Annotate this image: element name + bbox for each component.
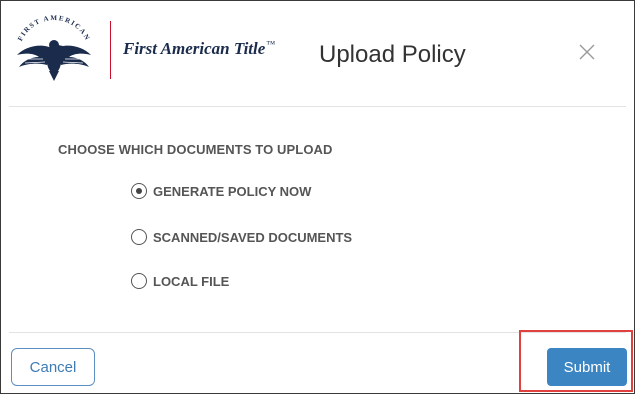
option-label: GENERATE POLICY NOW xyxy=(153,183,312,199)
radio-button[interactable] xyxy=(131,229,147,245)
option-label: SCANNED/SAVED DOCUMENTS xyxy=(153,229,353,245)
close-button[interactable] xyxy=(576,41,598,63)
option-label: LOCAL FILE xyxy=(153,273,230,289)
option-local-file[interactable]: LOCAL FILE xyxy=(131,271,229,291)
radio-button-checked[interactable] xyxy=(131,183,147,199)
seal-text: FIRST AMERICAN xyxy=(16,15,90,42)
submit-button[interactable]: Submit xyxy=(547,348,627,386)
radio-button[interactable] xyxy=(131,273,147,289)
cancel-button[interactable]: Cancel xyxy=(11,348,95,386)
dialog-header: FIRST AMERICAN First American Title™ Upl… xyxy=(1,1,634,107)
logo-divider xyxy=(110,21,111,79)
trademark-symbol: ™ xyxy=(266,39,276,50)
svg-text:FIRST AMERICAN: FIRST AMERICAN xyxy=(16,15,92,42)
brand-name-text: First American Title xyxy=(123,39,266,58)
brand-name: First American Title™ xyxy=(123,39,275,59)
close-icon xyxy=(579,44,595,60)
section-label: CHOOSE WHICH DOCUMENTS TO UPLOAD xyxy=(58,142,333,157)
dialog-title: Upload Policy xyxy=(319,41,466,68)
option-scanned-saved-documents[interactable]: SCANNED/SAVED DOCUMENTS xyxy=(131,227,352,247)
option-generate-policy-now[interactable]: GENERATE POLICY NOW xyxy=(131,181,311,201)
header-divider xyxy=(9,106,626,107)
upload-policy-dialog: FIRST AMERICAN First American Title™ Upl… xyxy=(0,0,635,394)
eagle-seal-logo: FIRST AMERICAN xyxy=(16,15,92,81)
